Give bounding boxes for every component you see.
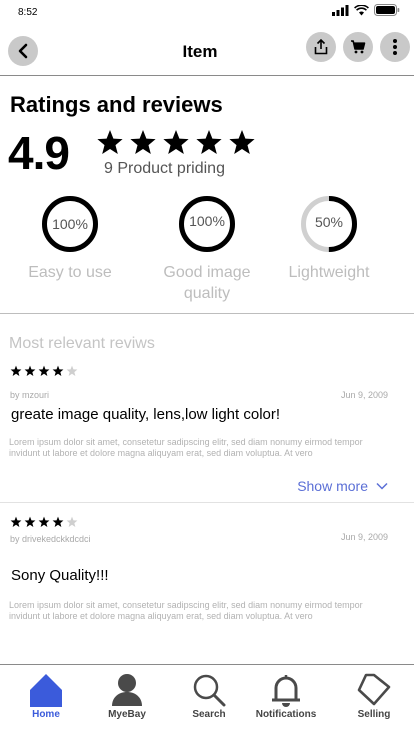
review-body: Lorem ipsum dolor sit amet, consetetur s… bbox=[9, 437, 363, 458]
nav-label: Search bbox=[192, 709, 226, 720]
metric-label: Easy to use bbox=[28, 264, 112, 281]
metric-percent: 100% bbox=[189, 213, 225, 229]
wifi-icon bbox=[354, 4, 369, 15]
star-icon bbox=[52, 516, 64, 527]
more-options-button[interactable] bbox=[380, 32, 410, 62]
nav-label: MyeBay bbox=[108, 709, 146, 720]
metric-label: Good image quality bbox=[163, 264, 251, 302]
review-author: by drivekedckkdcdci bbox=[10, 534, 91, 544]
nav-search[interactable]: Search bbox=[169, 673, 249, 720]
signal-icon bbox=[332, 4, 349, 16]
nav-myebay[interactable]: MyeBay bbox=[87, 673, 167, 720]
star-icon bbox=[229, 130, 255, 155]
metric-lightweight: 50% Lightweight bbox=[269, 194, 389, 283]
star-icon bbox=[24, 365, 36, 376]
home-icon bbox=[30, 674, 62, 707]
rating-score: 4.9 bbox=[8, 127, 70, 179]
top-bar: Item bbox=[0, 26, 414, 76]
review-body: Lorem ipsum dolor sit amet, consetetur s… bbox=[9, 600, 363, 621]
star-empty-icon bbox=[66, 365, 78, 376]
tag-icon bbox=[357, 673, 391, 706]
person-icon bbox=[112, 674, 142, 706]
bell-icon bbox=[272, 675, 300, 707]
status-time: 8:52 bbox=[18, 7, 38, 18]
review-card: by drivekedckkdcdci Jun 9, 2009 Sony Qua… bbox=[0, 512, 414, 632]
bottom-nav: Home MyeBay Search Notifications Selling bbox=[0, 664, 414, 736]
review-author: by mzouri bbox=[10, 390, 50, 400]
nav-label: Home bbox=[32, 709, 60, 720]
share-icon bbox=[314, 39, 328, 55]
star-icon bbox=[10, 365, 22, 376]
review-title: Sony Quality!!! bbox=[11, 567, 109, 584]
nav-label: Selling bbox=[357, 709, 391, 720]
status-bar: 8:52 bbox=[0, 0, 414, 26]
star-icon bbox=[163, 130, 189, 155]
star-empty-icon bbox=[66, 516, 78, 527]
reviews-heading: Most relevant reviws bbox=[9, 335, 155, 352]
nav-home[interactable]: Home bbox=[6, 673, 86, 720]
star-icon bbox=[196, 130, 222, 155]
more-vertical-icon bbox=[393, 39, 397, 55]
show-more-button[interactable]: Show more bbox=[297, 478, 388, 494]
star-icon bbox=[24, 516, 36, 527]
share-button[interactable] bbox=[306, 32, 336, 62]
nav-label: Notifications bbox=[255, 709, 317, 720]
star-icon bbox=[97, 130, 123, 155]
metric-label: Lightweight bbox=[288, 264, 370, 281]
status-icons bbox=[332, 4, 400, 16]
page-title: Item bbox=[182, 42, 218, 61]
metric-good-image-quality: 100% Good image quality bbox=[147, 194, 267, 304]
nav-selling[interactable]: Selling bbox=[334, 673, 414, 720]
rating-stars bbox=[96, 129, 256, 156]
review-stars bbox=[10, 516, 78, 528]
star-icon bbox=[130, 130, 156, 155]
review-stars bbox=[10, 365, 78, 377]
cart-icon bbox=[351, 40, 366, 54]
ratings-heading: Ratings and reviews bbox=[10, 92, 223, 117]
star-icon bbox=[38, 365, 50, 376]
nav-notifications[interactable]: Notifications bbox=[246, 673, 326, 720]
review-title: greate image quality, lens,low light col… bbox=[11, 406, 281, 423]
review-date: Jun 9, 2009 bbox=[340, 390, 388, 400]
review-date: Jun 9, 2009 bbox=[340, 532, 388, 542]
search-icon bbox=[193, 674, 226, 707]
battery-icon bbox=[374, 4, 400, 16]
star-icon bbox=[52, 365, 64, 376]
metric-percent: 100% bbox=[52, 216, 88, 232]
star-icon bbox=[38, 516, 50, 527]
rating-count: 9 Product priding bbox=[104, 160, 225, 177]
review-divider bbox=[0, 502, 414, 503]
chevron-down-icon bbox=[376, 482, 388, 490]
metric-percent: 50% bbox=[314, 214, 344, 230]
review-card: by mzouri Jun 9, 2009 greate image quali… bbox=[0, 360, 414, 500]
metric-easy-to-use: 100% Easy to use bbox=[10, 194, 130, 283]
cart-button[interactable] bbox=[343, 32, 373, 62]
star-icon bbox=[10, 516, 22, 527]
section-divider bbox=[0, 313, 414, 314]
show-more-label: Show more bbox=[297, 478, 368, 494]
